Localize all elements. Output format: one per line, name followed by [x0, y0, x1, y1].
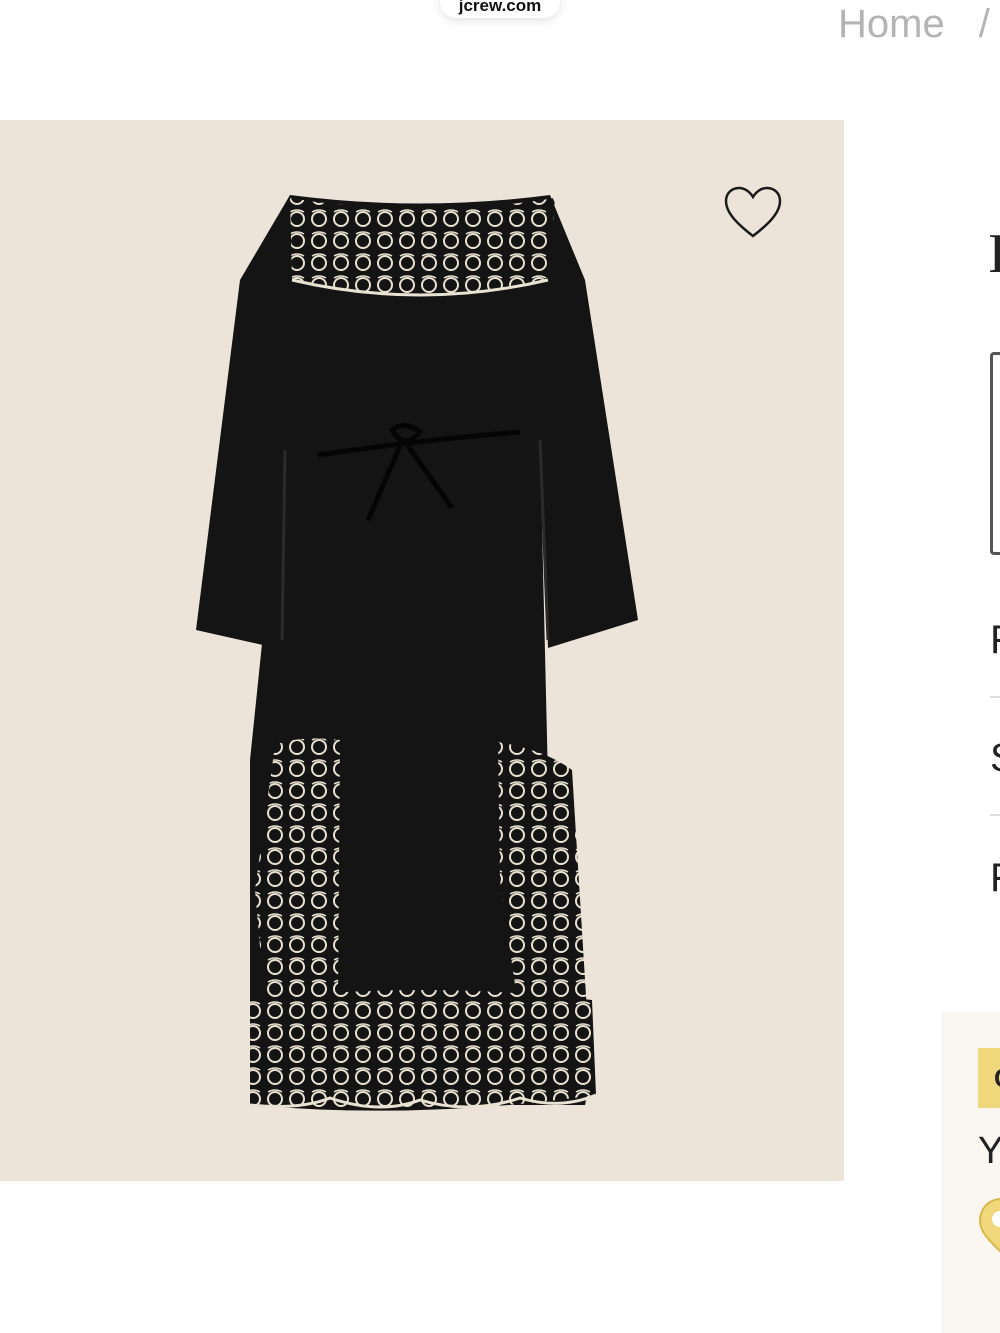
promo-text: Yo: [978, 1130, 1000, 1172]
dress-illustration: [196, 195, 638, 1111]
breadcrumb-separator: /: [978, 2, 990, 46]
color-swatch[interactable]: [990, 352, 1000, 555]
url-bar[interactable]: jcrew.com: [440, 0, 560, 18]
product-image[interactable]: [0, 120, 844, 1181]
breadcrumb-home-link[interactable]: Home: [838, 2, 945, 46]
product-title: I: [988, 223, 1000, 285]
heart-outline-icon: [724, 186, 782, 238]
location-pin-icon: [976, 1195, 1000, 1255]
details-row-1[interactable]: F: [990, 618, 1000, 663]
breadcrumb: Home /: [838, 2, 990, 47]
url-text: jcrew.com: [458, 0, 542, 15]
details-row-2[interactable]: S: [990, 736, 1000, 781]
details-row-3[interactable]: F: [990, 856, 1000, 901]
divider: [990, 814, 1000, 816]
divider: [990, 696, 1000, 698]
promo-badge: C: [978, 1048, 1000, 1108]
favorite-button[interactable]: [722, 184, 784, 240]
